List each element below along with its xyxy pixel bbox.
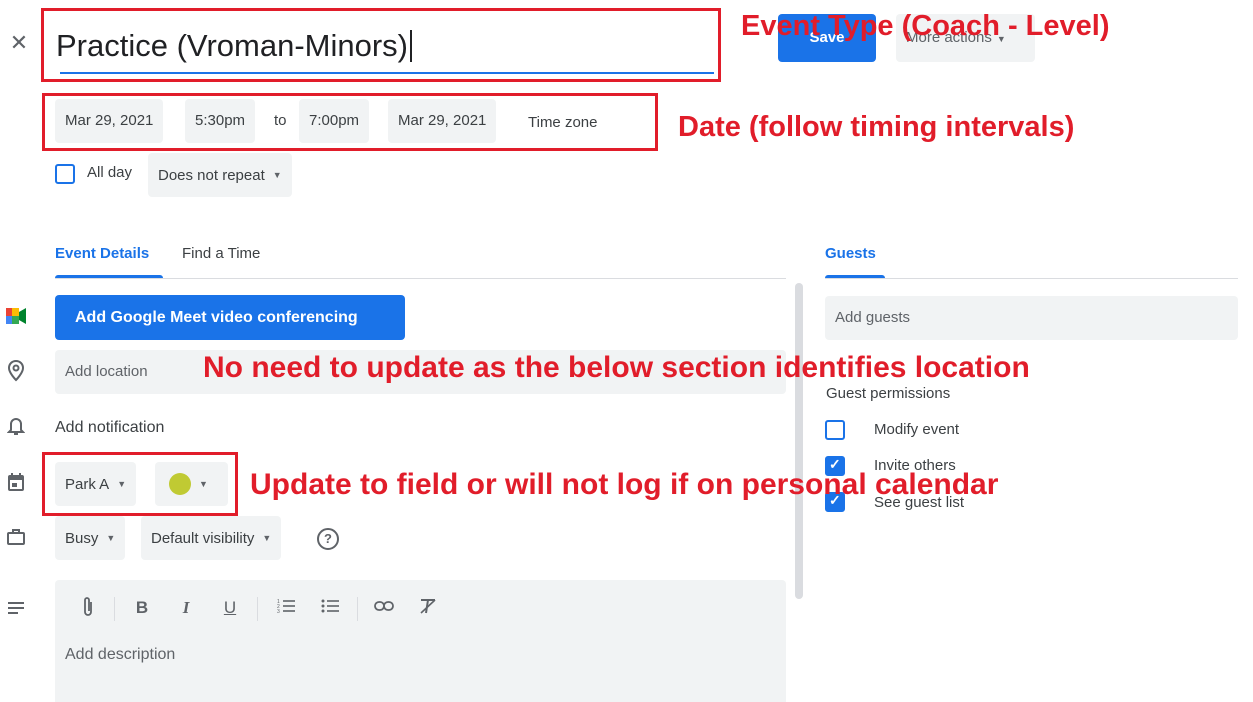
all-day-label: All day bbox=[87, 164, 133, 181]
annotation-box-calendar bbox=[42, 452, 238, 516]
guest-permissions-title: Guest permissions bbox=[826, 385, 951, 402]
modify-event-label: Modify event bbox=[874, 421, 960, 438]
toolbar-separator bbox=[114, 597, 115, 621]
description-icon bbox=[4, 597, 28, 621]
scrollbar[interactable] bbox=[795, 283, 803, 599]
repeat-value: Does not repeat bbox=[158, 167, 265, 184]
visibility-dropdown[interactable]: Default visibility ▼ bbox=[141, 516, 282, 560]
annotation-box-title bbox=[41, 8, 721, 82]
description-placeholder: Add description bbox=[65, 646, 176, 663]
add-google-meet-button[interactable]: Add Google Meet video conferencing bbox=[55, 295, 405, 340]
annotation-location: No need to update as the below section i… bbox=[203, 351, 1030, 384]
location-pin-icon bbox=[4, 359, 28, 384]
clear-formatting-icon[interactable] bbox=[416, 597, 440, 620]
calendar-icon bbox=[4, 472, 28, 496]
repeat-dropdown[interactable]: Does not repeat ▼ bbox=[148, 153, 292, 197]
tab-find-a-time[interactable]: Find a Time bbox=[182, 241, 260, 267]
bold-icon[interactable]: B bbox=[130, 598, 154, 618]
svg-text:3: 3 bbox=[277, 609, 280, 615]
chevron-down-icon: ▼ bbox=[272, 170, 282, 180]
add-notification-link[interactable]: Add notification bbox=[55, 406, 164, 450]
guests-divider bbox=[825, 278, 1238, 279]
close-icon[interactable]: ✕ bbox=[8, 30, 30, 56]
help-icon[interactable]: ? bbox=[317, 528, 339, 550]
visibility-value: Default visibility bbox=[151, 530, 255, 547]
annotation-field: Update to field or will not log if on pe… bbox=[250, 468, 999, 501]
annotation-event-type: Event Type (Coach - Level) bbox=[741, 10, 1110, 42]
tab-event-details[interactable]: Event Details bbox=[55, 241, 149, 267]
link-icon[interactable] bbox=[372, 598, 396, 618]
bulleted-list-icon[interactable] bbox=[318, 597, 342, 620]
bell-icon bbox=[4, 416, 28, 440]
italic-icon[interactable]: I bbox=[174, 598, 198, 618]
numbered-list-icon[interactable]: 123 bbox=[274, 597, 298, 620]
add-guests-input[interactable]: Add guests bbox=[825, 296, 1238, 340]
tabs-divider bbox=[55, 278, 786, 279]
attachment-icon[interactable] bbox=[76, 596, 100, 623]
availability-dropdown[interactable]: Busy ▼ bbox=[55, 516, 126, 560]
toolbar-separator bbox=[257, 597, 258, 621]
annotation-box-date bbox=[42, 93, 658, 151]
availability-value: Busy bbox=[65, 530, 99, 547]
underline-icon[interactable]: U bbox=[218, 598, 242, 618]
all-day-checkbox[interactable] bbox=[55, 164, 75, 184]
tab-guests[interactable]: Guests bbox=[825, 241, 876, 267]
modify-event-checkbox[interactable] bbox=[825, 420, 845, 440]
google-meet-icon bbox=[4, 306, 28, 330]
chevron-down-icon: ▼ bbox=[262, 533, 272, 543]
chevron-down-icon: ▼ bbox=[106, 533, 116, 543]
toolbar-separator bbox=[357, 597, 358, 621]
briefcase-icon bbox=[4, 528, 28, 552]
annotation-date: Date (follow timing intervals) bbox=[678, 111, 1075, 143]
